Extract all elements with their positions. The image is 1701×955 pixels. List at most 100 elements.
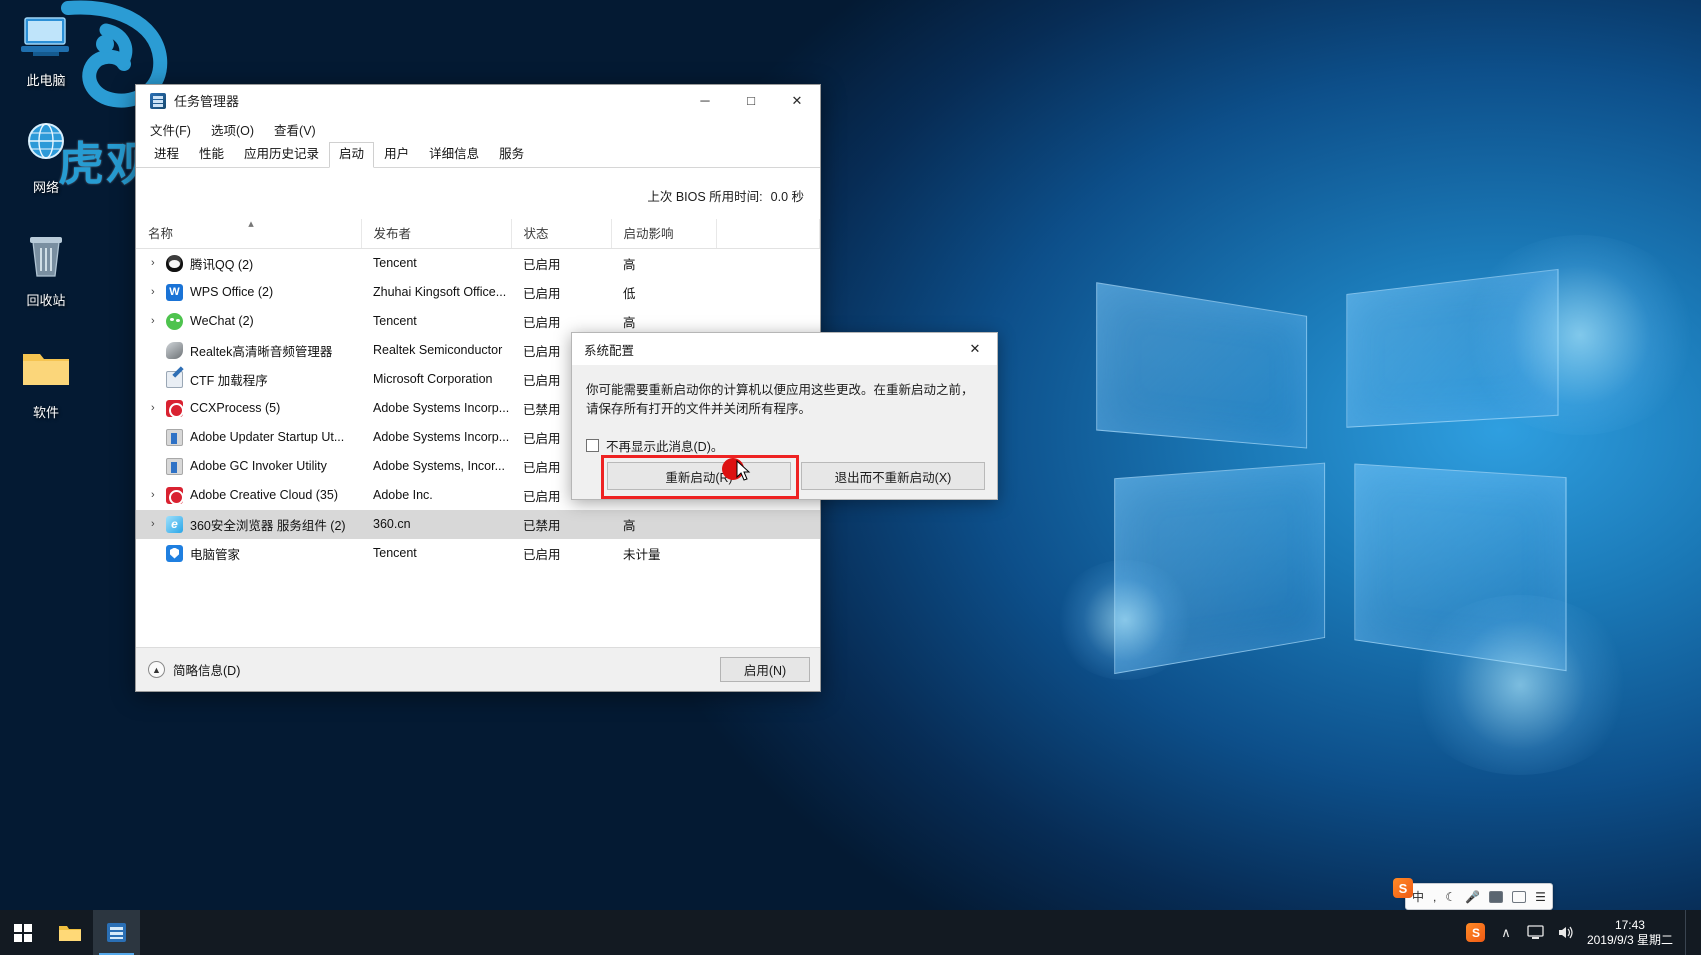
row-name-label: 腾讯QQ (2) bbox=[190, 257, 254, 272]
cell-spacer bbox=[716, 278, 820, 307]
dialog-content: 你可能需要重新启动你的计算机以便应用这些更改。在重新启动之前，请保存所有打开的文… bbox=[572, 365, 997, 455]
chevron-right-icon[interactable]: › bbox=[148, 518, 166, 530]
chevron-right-icon[interactable]: › bbox=[148, 286, 166, 298]
sogou-logo-icon: S bbox=[1393, 878, 1413, 898]
cell-publisher: Realtek Semiconductor bbox=[373, 343, 503, 357]
chevron-right-icon[interactable]: › bbox=[148, 315, 166, 327]
taskbar: S ∧ 17:43 2019/9/3 星期二 bbox=[0, 910, 1701, 955]
tab-processes[interactable]: 进程 bbox=[144, 142, 189, 167]
tab-startup[interactable]: 启动 bbox=[329, 142, 375, 168]
enable-button[interactable]: 启用(N) bbox=[720, 657, 810, 682]
wallpaper-pane bbox=[1096, 282, 1308, 449]
checkbox-box[interactable] bbox=[586, 439, 599, 452]
keyboard-icon[interactable] bbox=[1489, 890, 1504, 903]
tab-app-history[interactable]: 应用历史记录 bbox=[234, 142, 329, 167]
cell-impact: 高 bbox=[611, 509, 716, 539]
column-header-startup-impact[interactable]: 启动影响 bbox=[611, 219, 717, 249]
exit-without-restart-button[interactable]: 退出而不重新启动(X) bbox=[801, 462, 985, 490]
table-row[interactable]: › WPS Office (2) Zhuhai Kingsoft Office...… bbox=[136, 278, 820, 307]
chevron-right-icon[interactable]: › bbox=[148, 257, 166, 269]
cell-publisher: Tencent bbox=[373, 314, 417, 328]
cell-publisher: Zhuhai Kingsoft Office... bbox=[373, 285, 507, 299]
tab-services[interactable]: 服务 bbox=[489, 142, 534, 167]
table-row[interactable]: › 360安全浏览器 服务组件 (2) 360.cn已禁用高 bbox=[136, 509, 820, 539]
sogou-tray-icon[interactable]: S bbox=[1461, 910, 1491, 955]
cell-name: CTF 加载程序 bbox=[136, 365, 361, 394]
desktop-icon-folder[interactable]: 软件 bbox=[0, 340, 92, 421]
tab-performance[interactable]: 性能 bbox=[189, 142, 234, 167]
task-manager-footer: ▲ 简略信息(D) 启用(N) bbox=[136, 647, 820, 691]
tab-users[interactable]: 用户 bbox=[374, 142, 419, 167]
wechat-icon bbox=[166, 312, 183, 330]
task-manager-icon bbox=[150, 92, 166, 109]
maximize-button[interactable]: □ bbox=[728, 85, 774, 116]
column-header-status[interactable]: 状态 bbox=[511, 219, 612, 249]
adobe-cc-icon bbox=[166, 486, 184, 505]
windows-logo-icon bbox=[14, 923, 32, 942]
menu-item-view[interactable]: 查看(V) bbox=[270, 118, 320, 141]
desktop-background: 此电脑 网络 回收站 软件 虎观 任务管理器 ─ □ ✕ 文件(F) 选项(O)… bbox=[0, 0, 1701, 955]
comma-icon[interactable]: , bbox=[1433, 890, 1436, 904]
row-name-label: CCXProcess (5) bbox=[190, 401, 281, 415]
desktop-icon-network[interactable]: 网络 bbox=[0, 115, 92, 196]
cell-spacer bbox=[716, 509, 820, 539]
taskbar-file-explorer[interactable] bbox=[46, 910, 93, 955]
taskbar-clock[interactable]: 17:43 2019/9/3 星期二 bbox=[1581, 918, 1685, 948]
chevron-up-icon[interactable]: ∧ bbox=[1491, 910, 1521, 955]
wallpaper-pane bbox=[1346, 268, 1559, 428]
row-name-label: WPS Office (2) bbox=[190, 285, 274, 299]
row-name-label: CTF 加载程序 bbox=[190, 373, 268, 388]
menu-item-file[interactable]: 文件(F) bbox=[146, 118, 195, 141]
wallpaper-pane bbox=[1354, 463, 1567, 672]
close-button[interactable]: ✕ bbox=[774, 85, 820, 116]
dont-show-again-checkbox[interactable]: 不再显示此消息(D)。 bbox=[586, 436, 983, 455]
task-manager-icon bbox=[107, 923, 126, 942]
tab-details[interactable]: 详细信息 bbox=[419, 142, 489, 167]
cell-impact: 高 bbox=[623, 257, 636, 272]
column-header-name[interactable]: 名称 bbox=[136, 217, 362, 249]
folder-icon bbox=[0, 340, 92, 402]
adobe-gray-icon bbox=[166, 457, 183, 475]
minimize-button[interactable]: ─ bbox=[682, 85, 728, 116]
fewer-details-label: 简略信息(D) bbox=[173, 664, 241, 678]
cell-name: Adobe Updater Startup Ut... bbox=[136, 423, 361, 452]
restart-button-label: 重新启动(R) bbox=[665, 470, 733, 485]
desktop-icon-recycle-bin[interactable]: 回收站 bbox=[0, 228, 92, 309]
this-pc-icon bbox=[0, 8, 92, 70]
dialog-close-button[interactable]: ✕ bbox=[953, 333, 997, 365]
monitor-icon[interactable] bbox=[1521, 910, 1551, 955]
box-icon[interactable] bbox=[1512, 890, 1527, 903]
fewer-details-button[interactable]: ▲ 简略信息(D) bbox=[148, 660, 240, 679]
menu-item-options[interactable]: 选项(O) bbox=[207, 118, 258, 141]
chevron-right-icon[interactable]: › bbox=[148, 489, 166, 501]
cell-publisher: Adobe Systems Incorp... bbox=[373, 401, 510, 415]
table-row[interactable]: › 腾讯QQ (2) Tencent 已启用 高 bbox=[136, 249, 820, 278]
desktop-icon-this-pc[interactable]: 此电脑 bbox=[0, 8, 92, 89]
checkbox-label: 不再显示此消息(D)。 bbox=[606, 440, 724, 454]
volume-icon[interactable] bbox=[1551, 910, 1581, 955]
cell-status: 已启用 bbox=[523, 257, 561, 272]
menu-icon[interactable]: ☰ bbox=[1535, 890, 1546, 904]
chevron-right-icon[interactable]: › bbox=[148, 402, 166, 414]
mic-icon[interactable]: 🎤 bbox=[1465, 890, 1480, 904]
cell-spacer bbox=[716, 539, 820, 568]
bios-time-row: 上次 BIOS 所用时间: 0.0 秒 bbox=[136, 168, 820, 219]
moon-icon[interactable]: ☾ bbox=[1445, 890, 1456, 904]
show-desktop-button[interactable] bbox=[1685, 910, 1693, 955]
cell-status: 已禁用 bbox=[511, 509, 611, 539]
cell-name: Realtek高清晰音频管理器 bbox=[136, 336, 361, 365]
column-header-publisher[interactable]: 发布者 bbox=[361, 219, 512, 249]
cell-publisher: 360.cn bbox=[361, 509, 511, 539]
ime-mode-label[interactable]: 中 bbox=[1412, 888, 1424, 905]
taskbar-task-manager[interactable] bbox=[93, 910, 140, 955]
dialog-titlebar[interactable]: 系统配置 ✕ bbox=[572, 333, 997, 365]
wps-icon bbox=[166, 283, 183, 301]
table-row[interactable]: 电脑管家 Tencent 已启用 未计量 bbox=[136, 539, 820, 568]
start-button[interactable] bbox=[0, 910, 46, 955]
menu-bar: 文件(F) 选项(O) 查看(V) bbox=[136, 116, 820, 142]
wallpaper-pane bbox=[1114, 462, 1326, 675]
task-manager-titlebar[interactable]: 任务管理器 ─ □ ✕ bbox=[136, 85, 820, 116]
sogou-ime-bar[interactable]: S 中 , ☾ 🎤 ☰ bbox=[1393, 878, 1553, 910]
restart-button[interactable]: 重新启动(R) bbox=[601, 455, 799, 499]
chevron-up-icon: ▲ bbox=[148, 661, 165, 678]
